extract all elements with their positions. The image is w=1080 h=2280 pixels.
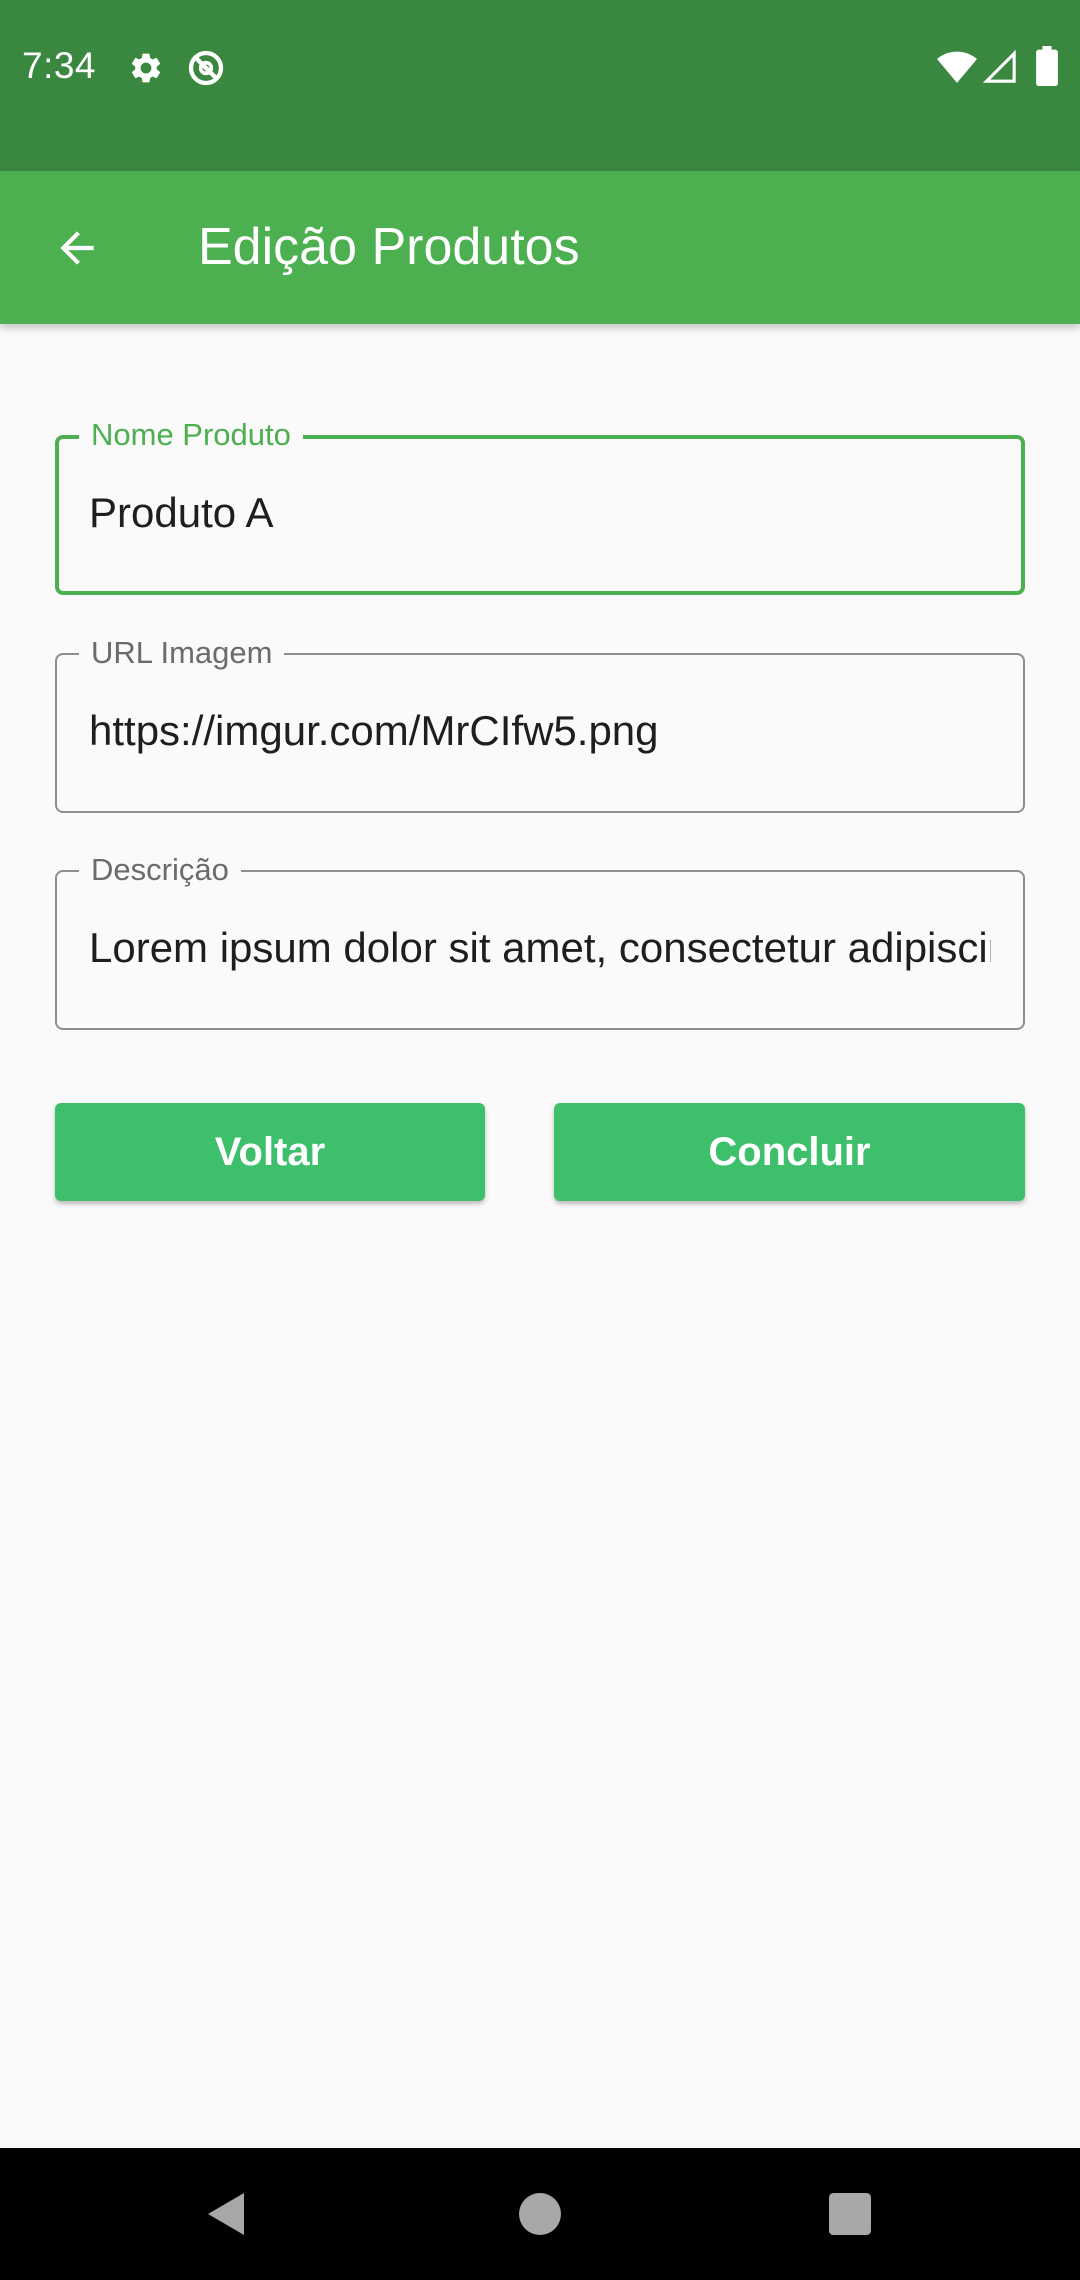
nav-recents-button[interactable] [808, 2172, 892, 2256]
url-imagem-input[interactable]: https://imgur.com/MrCIfw5.png [89, 705, 991, 757]
voltar-button[interactable]: Voltar [55, 1103, 485, 1201]
app-bar: Edição Produtos [0, 171, 1080, 324]
descricao-field[interactable]: Descrição Lorem ipsum dolor sit amet, co… [55, 852, 1025, 1030]
nav-home-button[interactable] [498, 2172, 582, 2256]
cell-signal-icon [982, 50, 1016, 83]
page-title: Edição Produtos [198, 218, 580, 276]
arrow-left-icon [60, 231, 94, 265]
battery-icon [1036, 46, 1058, 86]
url-imagem-field[interactable]: URL Imagem https://imgur.com/MrCIfw5.png [55, 635, 1025, 813]
concluir-button[interactable]: Concluir [554, 1103, 1025, 1201]
status-time: 7:34 [22, 45, 97, 86]
recents-square-icon [829, 2193, 871, 2235]
settings-gear-icon [131, 53, 161, 83]
screen: 7:34 Edição Produtos Nome Produto Produt… [0, 0, 1080, 2280]
wifi-icon [937, 51, 977, 83]
do-not-disturb-icon [188, 50, 224, 86]
nome-produto-field[interactable]: Nome Produto Produto A [55, 417, 1025, 595]
home-circle-icon [519, 2193, 561, 2235]
nav-back-button[interactable] [184, 2172, 268, 2256]
system-nav-bar [0, 2148, 1080, 2280]
url-imagem-label: URL Imagem [79, 635, 285, 671]
descricao-input[interactable]: Lorem ipsum dolor sit amet, consectetur … [89, 922, 991, 974]
nome-produto-input[interactable]: Produto A [89, 487, 989, 539]
back-button[interactable] [38, 209, 116, 287]
status-bar: 7:34 [0, 0, 1080, 171]
nome-produto-label: Nome Produto [79, 417, 303, 453]
descricao-label: Descrição [79, 852, 241, 888]
back-triangle-icon [208, 2193, 244, 2235]
